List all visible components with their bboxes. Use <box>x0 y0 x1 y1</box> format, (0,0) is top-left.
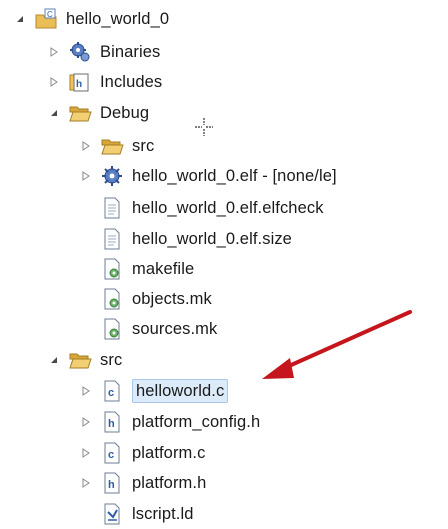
project-explorer-tree: C hello_world_0 Binaries h Includes Debu… <box>0 0 448 529</box>
red-annotation-arrow-icon <box>262 310 412 379</box>
